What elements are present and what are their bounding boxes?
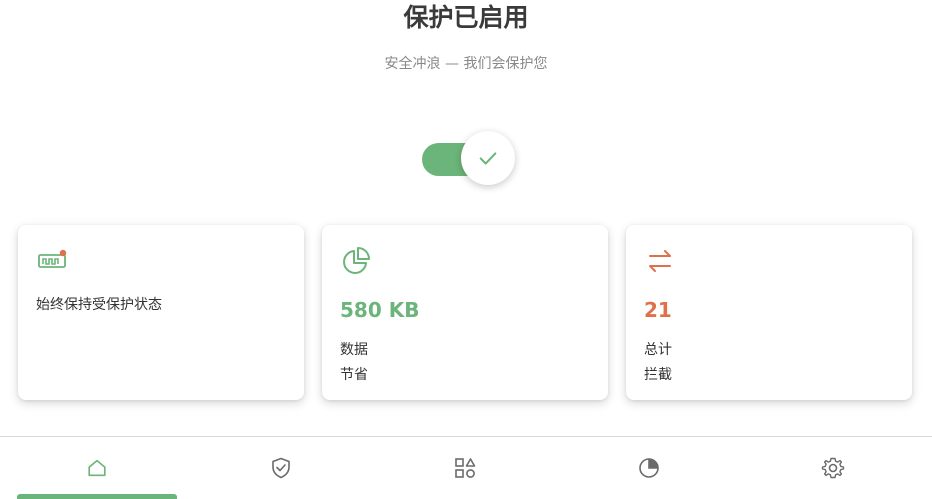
card-always-text: 始终保持受保护状态	[36, 297, 162, 313]
shield-check-icon	[272, 457, 290, 479]
nav-protection[interactable]	[268, 455, 294, 481]
home-icon	[88, 459, 106, 477]
blocked-value: 21	[644, 298, 672, 322]
toggle-knob[interactable]	[461, 131, 515, 185]
data-saved-value: 580 KB	[340, 298, 420, 322]
card-blocked[interactable]: 21 总计 拦截	[626, 225, 912, 400]
page-title: 保护已启用	[403, 3, 529, 32]
nav-active-indicator	[17, 494, 177, 499]
swap-arrows-icon	[649, 250, 671, 272]
pie-chart-icon	[343, 247, 370, 274]
nav-settings[interactable]	[820, 455, 846, 481]
bandwidth-meter-icon	[38, 249, 67, 268]
settings-gear-icon	[821, 457, 845, 479]
bottom-nav	[0, 436, 932, 499]
apps-icon	[455, 458, 476, 478]
card-always-protected[interactable]: 始终保持受保护状态	[18, 225, 304, 400]
page-subtitle: 安全冲浪 — 我们会保护您	[384, 56, 548, 72]
blocked-label-1: 总计	[644, 342, 672, 358]
nav-home[interactable]	[84, 455, 110, 481]
nav-apps[interactable]	[452, 455, 478, 481]
card-data-saved[interactable]: 580 KB 数据 节省	[322, 225, 608, 400]
pie-chart-icon	[639, 458, 659, 478]
blocked-label-2: 拦截	[644, 367, 672, 383]
checkmark-icon	[479, 152, 497, 165]
nav-statistics[interactable]	[636, 455, 662, 481]
data-saved-label-1: 数据	[340, 342, 368, 358]
data-saved-label-2: 节省	[340, 367, 368, 383]
protection-toggle[interactable]	[422, 131, 516, 187]
